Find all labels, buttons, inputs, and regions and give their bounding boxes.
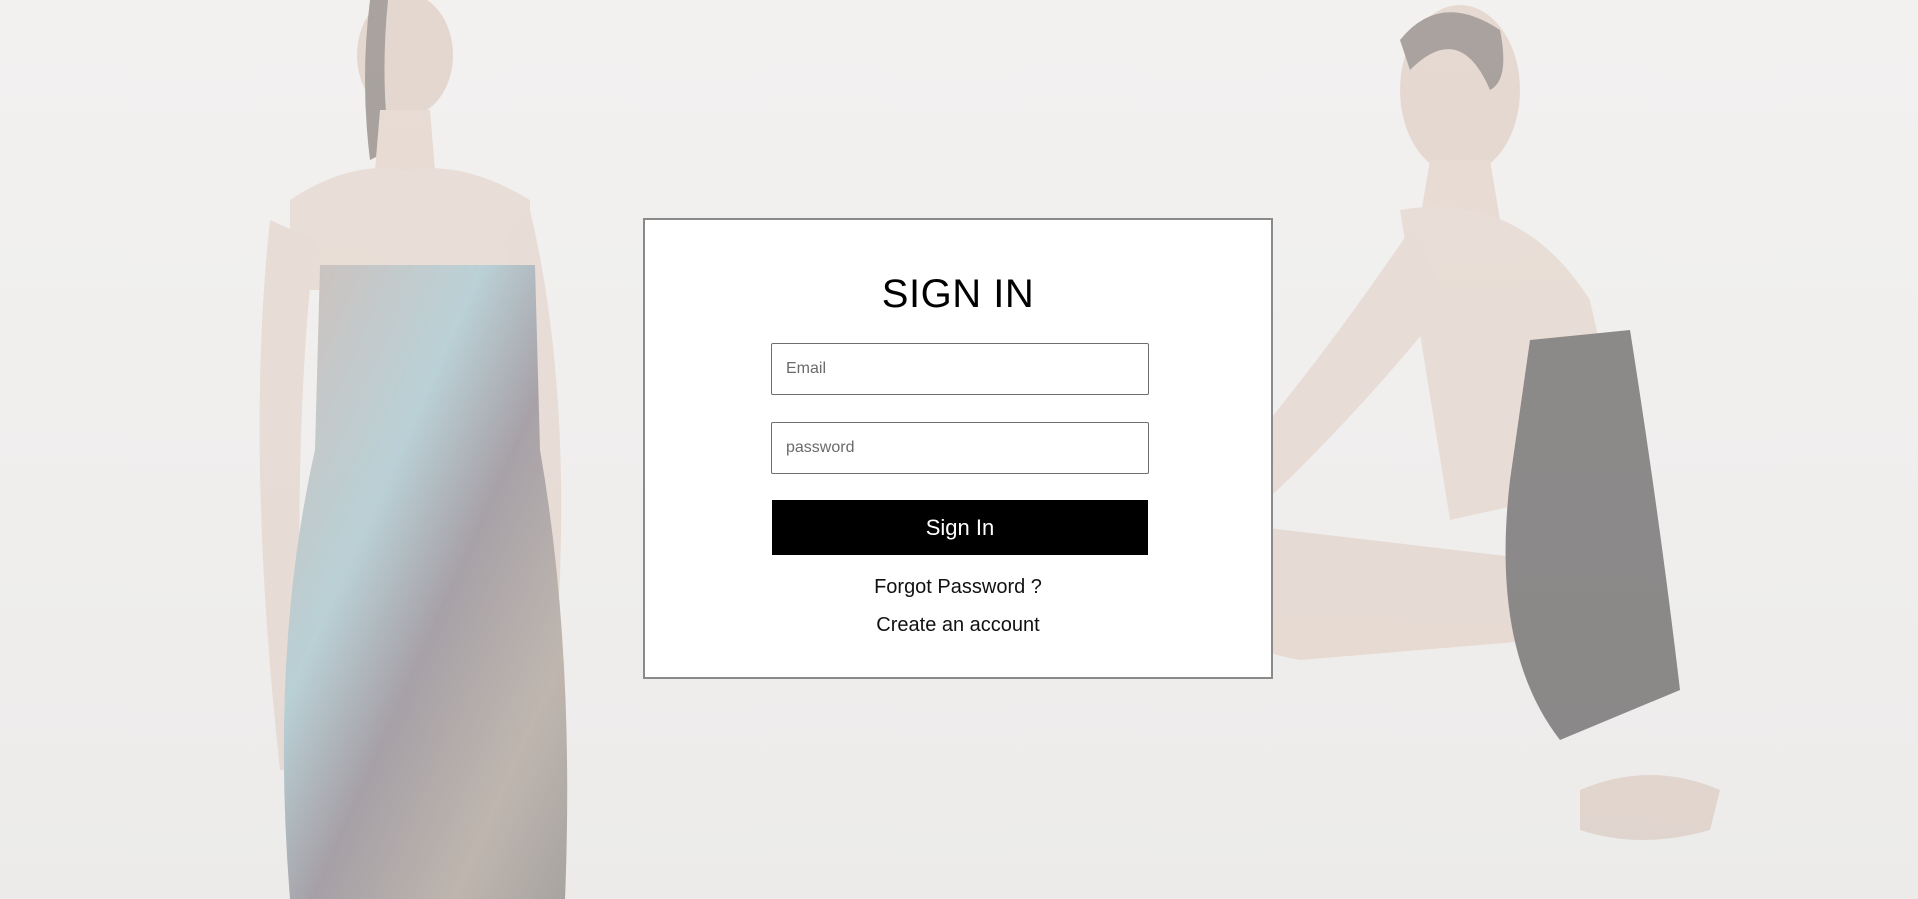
create-account-link[interactable]: Create an account <box>645 614 1271 637</box>
email-field[interactable] <box>771 343 1149 395</box>
page-title: SIGN IN <box>881 272 1035 316</box>
sign-in-panel: SIGN IN Sign In Forgot Password ? Create… <box>643 218 1273 679</box>
sign-in-button[interactable]: Sign In <box>772 500 1148 555</box>
forgot-password-link[interactable]: Forgot Password ? <box>645 576 1271 599</box>
sign-in-page: SIGN IN Sign In Forgot Password ? Create… <box>0 0 1918 899</box>
model-left-image <box>259 0 568 899</box>
password-field[interactable] <box>771 422 1149 474</box>
